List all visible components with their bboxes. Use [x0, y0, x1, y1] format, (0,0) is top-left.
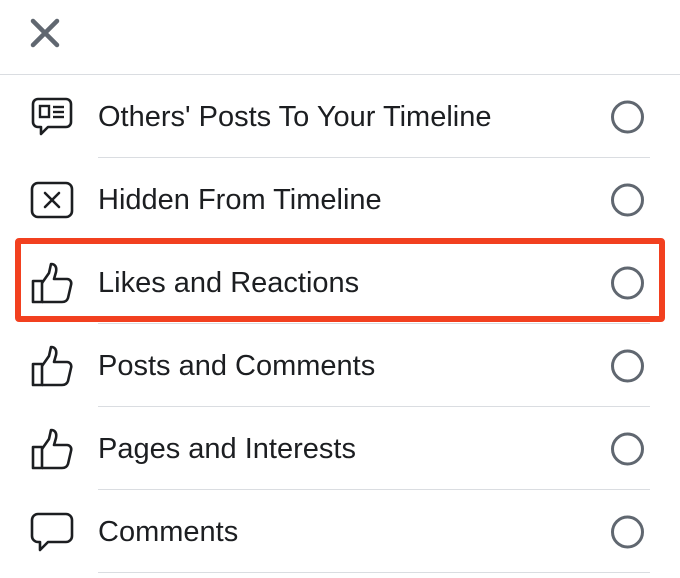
- list-item-label: Likes and Reactions: [98, 266, 360, 299]
- list-item-others-posts[interactable]: Others' Posts To Your Timeline: [0, 75, 680, 158]
- radio-button[interactable]: [611, 349, 644, 382]
- list-item-label: Others' Posts To Your Timeline: [98, 100, 492, 133]
- list-item-label: Hidden From Timeline: [98, 183, 382, 216]
- radio-button[interactable]: [611, 515, 644, 548]
- list-item-pages-and-interests[interactable]: Pages and Interests: [0, 407, 680, 490]
- list-item-posts-and-comments[interactable]: Posts and Comments: [0, 324, 680, 407]
- list-item-hidden-from-timeline[interactable]: Hidden From Timeline: [0, 158, 680, 241]
- header: [0, 0, 680, 75]
- list-item-label: Pages and Interests: [98, 432, 356, 465]
- thumbs-up-icon: [26, 423, 78, 475]
- radio-button[interactable]: [611, 183, 644, 216]
- radio-button[interactable]: [611, 266, 644, 299]
- hidden-box-icon: [26, 174, 78, 226]
- close-button[interactable]: [25, 13, 65, 53]
- list-item-comments[interactable]: Comments: [0, 490, 680, 573]
- filter-list: Others' Posts To Your Timeline Hidden Fr…: [0, 75, 680, 573]
- close-icon: [30, 18, 60, 48]
- divider: [98, 572, 650, 573]
- timeline-post-icon: [26, 91, 78, 143]
- thumbs-up-icon: [26, 340, 78, 392]
- comment-bubble-icon: [26, 506, 78, 558]
- list-item-label: Comments: [98, 515, 239, 548]
- radio-button[interactable]: [611, 432, 644, 465]
- list-item-likes-and-reactions[interactable]: Likes and Reactions: [0, 241, 680, 324]
- list-item-label: Posts and Comments: [98, 349, 376, 382]
- thumbs-up-icon: [26, 257, 78, 309]
- radio-button[interactable]: [611, 100, 644, 133]
